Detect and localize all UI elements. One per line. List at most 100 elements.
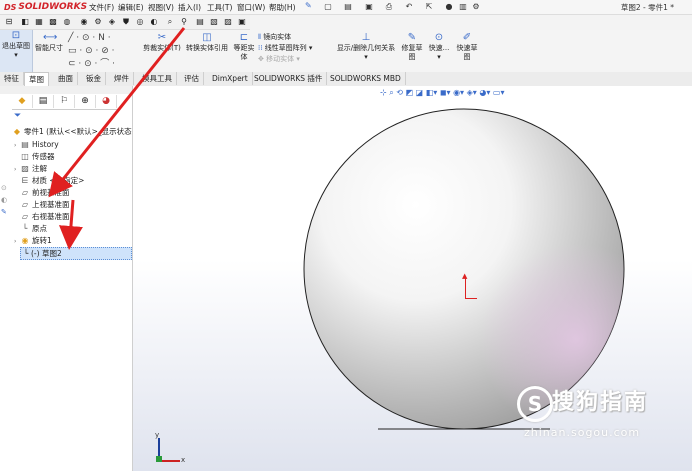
tab-mold-tools[interactable]: 模具工具 [138, 72, 177, 85]
tree-item-sensors[interactable]: ◫ 传感器 [14, 151, 54, 162]
rebuild-icon[interactable]: ● [444, 1, 454, 12]
sphere-icon[interactable]: ◍ [62, 16, 72, 27]
part-icon: ◆ [13, 127, 21, 136]
image-icon[interactable]: ▧ [209, 16, 219, 27]
gear-icon[interactable]: ⚙ [93, 16, 103, 27]
model-icon[interactable]: ▦ [34, 16, 44, 27]
tab-solidworks-addins[interactable]: SOLIDWORKS 插件 [250, 72, 328, 85]
table-icon[interactable]: ▤ [195, 16, 205, 27]
exit-sketch-button[interactable]: ⊡ 退出草图 ▾ [0, 30, 33, 72]
display-relations-button[interactable]: ⊥ 显示/删除几何关系 ▾ [334, 32, 398, 62]
smart-dimension-button[interactable]: ⟷ 智能尺寸 [33, 32, 65, 53]
tree-item-label: 原点 [32, 224, 47, 233]
tree-item-front-plane[interactable]: ▱ 前视基准面 [14, 187, 70, 198]
tree-item-right-plane[interactable]: ▱ 右视基准面 [14, 211, 70, 222]
grid-icon[interactable]: ▩ [48, 16, 58, 27]
trim-entities-button[interactable]: ✂ 剪裁实体(T) [142, 32, 182, 53]
open-icon[interactable]: ▤ [343, 1, 353, 12]
offset-icon: ⊏ [239, 32, 249, 43]
tree-item-label: 材质 <未指定> [32, 176, 85, 185]
options-icon[interactable]: ⚙ [471, 1, 481, 12]
annotation-icon: ▨ [21, 164, 29, 173]
binoculars-icon[interactable]: ⚲ [179, 16, 189, 27]
new-icon[interactable]: ▢ [323, 1, 333, 12]
circle-icon[interactable]: ◎ [135, 16, 145, 27]
tab-solidworks-mbd[interactable]: SOLIDWORKS MBD [326, 72, 406, 85]
menu-view[interactable]: 视图(V) [148, 2, 174, 13]
file-properties-icon[interactable]: ▥ [458, 1, 468, 12]
save-icon[interactable]: ▣ [364, 1, 374, 12]
part-icon[interactable]: ◉ [79, 16, 89, 27]
exit-sketch-icon: ⊡ [11, 30, 21, 41]
feature-manager-tab-icon[interactable]: ◆ [12, 95, 33, 108]
measure-icon[interactable]: ◐ [149, 16, 159, 27]
relations-dropdown-icon: ▾ [364, 53, 368, 61]
smart-dimension-icon: ⟷ [43, 32, 58, 43]
convert-entities-button[interactable]: ◫ 转换实体引用 [184, 32, 230, 53]
panel-handle[interactable] [0, 86, 132, 94]
watermark-text: 搜狗指南 [552, 390, 649, 415]
rapid-sketch-button[interactable]: ✐ 快速草 图 [454, 32, 480, 62]
tree-item-material[interactable]: ⋿ 材质 <未指定> [14, 175, 85, 186]
dimxpert-tab-icon[interactable]: ⊕ [75, 95, 96, 108]
tree-item-top-plane[interactable]: ▱ 上视基准面 [14, 199, 70, 210]
tree-item-history[interactable]: › ▤ History [14, 139, 59, 150]
menu-insert[interactable]: 插入(I) [178, 2, 201, 13]
tree-item-origin[interactable]: └ 原点 [14, 223, 47, 234]
property-manager-tab-icon[interactable]: ▤ [33, 95, 54, 108]
tree-root-label: 零件1 (默认<<默认>_显示状态 [24, 127, 132, 136]
menu-file[interactable]: 文件(F) [89, 2, 114, 13]
watermark-url: zhinan.sogou.com [524, 426, 641, 439]
fill-icon[interactable]: ◈ [107, 16, 117, 27]
undo-icon[interactable]: ↶ [404, 1, 414, 12]
tab-sketch[interactable]: 草图 [24, 72, 49, 86]
move-entities-button[interactable]: ✥ 移动实体 ▾ [258, 54, 312, 65]
pin-panel-icon[interactable]: ⊙ [1, 184, 7, 192]
rectangle-icon[interactable]: ▭ · ⊙ · ⊘ · [68, 45, 115, 58]
mirror-entities-button[interactable]: ⫴ 镜向实体 [258, 32, 312, 43]
tree-item-sketch2-selected[interactable]: └ (-) 草图2 [20, 247, 132, 260]
pin-icon[interactable]: ✎ [305, 1, 312, 10]
slot-icon[interactable]: ⊂ · ⊙ · ⌒ · [68, 58, 115, 71]
tab-features[interactable]: 特征 [0, 72, 24, 85]
tab-surfaces[interactable]: 曲面 [54, 72, 78, 85]
document-icon[interactable]: ▣ [237, 16, 247, 27]
tree-root[interactable]: ◆ 零件1 (默认<<默认>_显示状态 [12, 126, 132, 137]
tree-item-label: 旋转1 [32, 236, 52, 245]
repair-sketch-button[interactable]: ✎ 修复草 图 [400, 32, 424, 62]
cube-icon[interactable]: ◧ [20, 16, 30, 27]
print-icon[interactable]: ⎙ [384, 1, 394, 12]
dropdown-icon: ▾ [14, 51, 18, 59]
axis-x-label: x [181, 456, 186, 464]
select-icon[interactable]: ⇱ [424, 1, 434, 12]
menu-edit[interactable]: 编辑(E) [118, 2, 144, 13]
tree-item-annotations[interactable]: › ▨ 注解 [14, 163, 47, 174]
sketch-origin-x-icon [465, 298, 477, 299]
sketch-entities-group: ╱ · ⊙ · N · ▭ · ⊙ · ⊘ · ⊂ · ⊙ · ⌒ · [68, 32, 115, 71]
menu-tools[interactable]: 工具(T) [207, 2, 232, 13]
shield-icon[interactable]: ⛊ [121, 16, 131, 27]
offset-entities-button[interactable]: ⊏ 等距实 体 [232, 32, 256, 62]
display-manager-tab-icon[interactable]: ◕ [96, 95, 117, 108]
layer-icon[interactable]: ▨ [223, 16, 233, 27]
line-icon[interactable]: ╱ · ⊙ · N · [68, 32, 115, 45]
tab-weldments[interactable]: 焊件 [110, 72, 134, 85]
sensor-icon: ◫ [21, 152, 29, 161]
repair-label-1: 修复草 [401, 44, 423, 52]
filter-icon[interactable]: ⏷ [14, 111, 21, 121]
tab-evaluate[interactable]: 评估 [180, 72, 204, 85]
tool-icon[interactable]: ✎ [1, 208, 7, 216]
tree-item-label: History [32, 140, 59, 149]
menu-help[interactable]: 帮助(H) [269, 2, 296, 13]
search-icon[interactable]: ⌕ [165, 16, 175, 27]
tab-sheet-metal[interactable]: 钣金 [82, 72, 106, 85]
tree-item-revolve[interactable]: › ◉ 旋转1 [14, 235, 52, 246]
menu-window[interactable]: 窗口(W) [237, 2, 265, 13]
rapid-label-2: 图 [463, 53, 471, 61]
sketch-tool-icon[interactable]: ⊟ [4, 16, 14, 27]
quick-snaps-button[interactable]: ⊙ 快速... ▾ [426, 32, 452, 62]
tab-dimxpert[interactable]: DimXpert [208, 72, 253, 85]
linear-pattern-button[interactable]: ⁞⁞ 线性草图阵列 ▾ [258, 43, 312, 54]
hide-panel-icon[interactable]: ◐ [1, 196, 7, 204]
configuration-tab-icon[interactable]: ⚐ [54, 95, 75, 108]
